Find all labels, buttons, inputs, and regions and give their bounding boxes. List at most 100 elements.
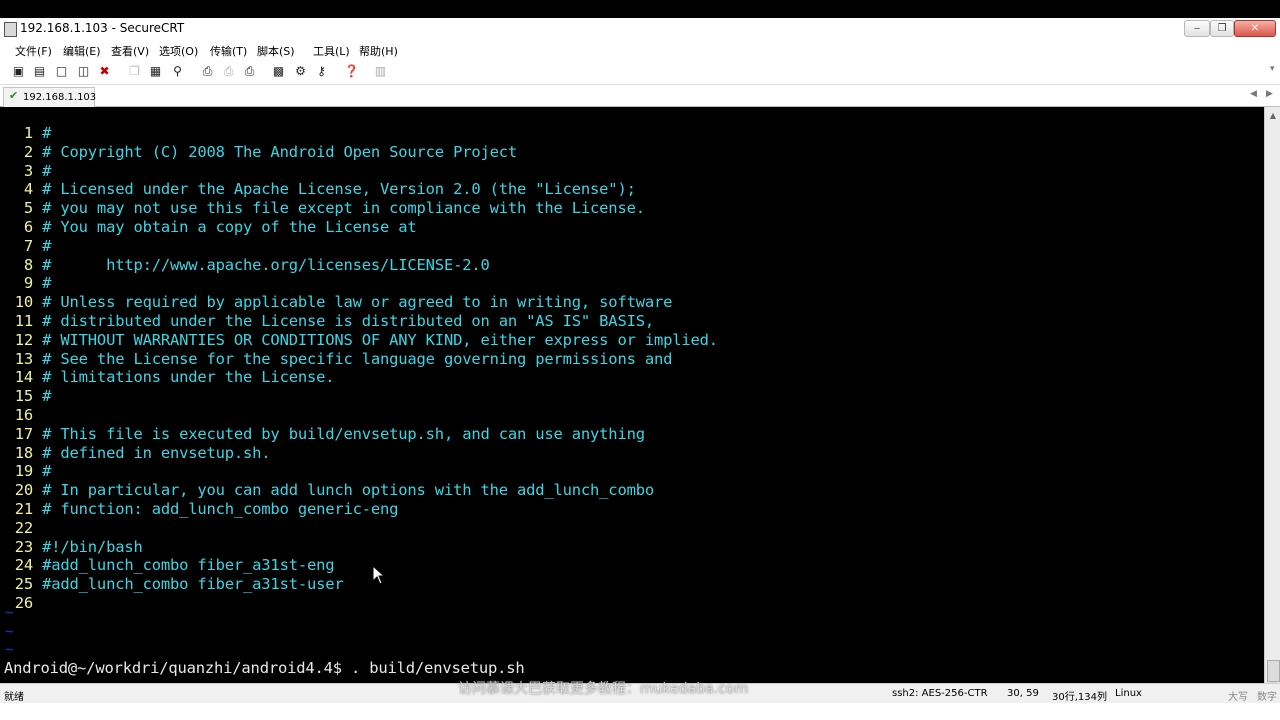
line-text: # you may not use this file except in co… [42, 199, 645, 218]
line-number: 20 [14, 481, 33, 500]
vim-line: 24 #add_lunch_combo fiber_a31st-eng [0, 556, 335, 575]
vim-line: 7 # [0, 236, 52, 256]
line-text: # [42, 236, 52, 255]
line-number: 5 [23, 199, 33, 218]
menu-file[interactable]: 文件(F) [15, 43, 52, 59]
close-button[interactable]: ✕ [1234, 20, 1276, 37]
connected-check-icon: ✔ [9, 89, 19, 102]
line-number: 6 [23, 218, 33, 236]
line-text: # [42, 274, 52, 293]
line-text: #!/bin/bash [42, 537, 143, 556]
line-text: #add_lunch_combo fiber_a31st-eng [42, 556, 335, 575]
shell-prompt: Android@~/workdri/quanzhi/android4.4$ . … [4, 659, 525, 677]
vim-line: 3 # [0, 161, 52, 181]
line-text: # You may obtain a copy of the License a… [42, 218, 417, 236]
tab-scroll-right-icon[interactable]: ▶ [1266, 89, 1273, 99]
line-text: # WITHOUT WARRANTIES OR CONDITIONS OF AN… [42, 330, 718, 349]
global-options-icon[interactable]: ⚙ [293, 64, 308, 79]
tab-scroll-left-icon[interactable]: ◀ [1250, 89, 1257, 99]
line-text: # [42, 161, 52, 180]
vim-line: 19 # [0, 462, 52, 481]
line-text: # http://www.apache.org/licenses/LICENSE… [42, 255, 490, 274]
line-number: 4 [23, 180, 33, 199]
disconnect-icon[interactable]: ✖ [97, 64, 112, 79]
keymap-icon[interactable]: ⚷ [314, 64, 329, 79]
print-icon[interactable]: ⎙ [200, 64, 215, 79]
scroll-thumb[interactable] [1267, 660, 1280, 682]
securecrt-window: 192.168.1.103 - SecureCRT ‒ ❐ ✕ 文件(F) 编辑… [0, 18, 1280, 720]
help-icon[interactable]: ❓ [344, 64, 359, 79]
tab-session[interactable]: ✔ 192.168.1.103 [3, 87, 97, 107]
print-setup-icon[interactable]: ⎙ [242, 64, 257, 79]
vim-line: 4 # Licensed under the Apache License, V… [0, 180, 636, 199]
scroll-up-icon[interactable]: ▲ [1267, 110, 1279, 122]
menu-script[interactable]: 脚本(S) [257, 43, 295, 59]
toolbar-overflow-icon[interactable]: ▾ [1270, 64, 1275, 74]
tab-label: 192.168.1.103 [23, 92, 97, 103]
window-title: 192.168.1.103 - SecureCRT [20, 21, 185, 35]
connect-icon[interactable]: ▣ [11, 64, 26, 79]
line-number: 23 [14, 537, 33, 556]
menu-tools[interactable]: 工具(L) [313, 43, 350, 59]
menu-transfer[interactable]: 传输(T) [210, 43, 247, 59]
line-number: 3 [23, 161, 33, 180]
print-selection-icon[interactable]: ⎙ [221, 64, 236, 79]
vim-line: 6 # You may obtain a copy of the License… [0, 218, 417, 237]
status-os: Linux [1115, 688, 1142, 699]
title-bar: 192.168.1.103 - SecureCRT ‒ ❐ ✕ [0, 18, 1280, 41]
vertical-scrollbar[interactable]: ▲ ▼ [1264, 107, 1280, 693]
vim-line: 13 # See the License for the specific la… [0, 349, 673, 369]
vim-line: 15 # [0, 387, 52, 406]
menu-options[interactable]: 选项(O) [159, 43, 198, 59]
line-number: 8 [23, 255, 33, 274]
line-number: 11 [14, 312, 33, 330]
menu-help[interactable]: 帮助(H) [359, 43, 398, 59]
line-text: # Licensed under the Apache License, Ver… [42, 180, 636, 199]
vim-line: 9 # [0, 274, 52, 293]
vim-line: 25 #add_lunch_combo fiber_a31st-user [0, 575, 344, 594]
line-number: 16 [14, 406, 33, 424]
connect-tab-icon[interactable]: □ [54, 64, 69, 79]
vim-line: 5 # you may not use this file except in … [0, 199, 645, 218]
line-number: 15 [14, 387, 33, 406]
vim-line: 22 [0, 519, 42, 538]
status-ready: 就绪 [4, 692, 24, 703]
vim-line: 14 # limitations under the License. [0, 368, 335, 387]
app-icon [4, 22, 17, 37]
line-number: 1 [23, 124, 33, 142]
reconnect-icon[interactable]: ◫ [76, 64, 91, 79]
session-options-icon[interactable]: ▩ [271, 64, 286, 79]
vim-line: 21 # function: add_lunch_combo generic-e… [0, 500, 399, 519]
watermark: 访问慕课大巴获取更多教程：mukedaba.com [458, 681, 749, 697]
line-text: # [42, 124, 52, 142]
find-icon[interactable]: ⚲ [170, 64, 185, 79]
vim-tilde: ~ [5, 642, 14, 658]
vim-line: 11 # distributed under the License is di… [0, 312, 654, 331]
line-number: 21 [14, 500, 33, 518]
maximize-button[interactable]: ❐ [1210, 20, 1234, 37]
menu-view[interactable]: 查看(V) [111, 43, 149, 59]
paste-icon[interactable]: ▦ [148, 64, 163, 79]
line-number: 13 [14, 349, 33, 368]
vim-line: 20 # In particular, you can add lunch op… [0, 481, 654, 500]
vim-line: 17 # This file is executed by build/envs… [0, 425, 645, 444]
line-text: # [42, 387, 52, 406]
menu-edit[interactable]: 编辑(E) [63, 43, 101, 59]
copy-icon[interactable]: ❐ [127, 64, 142, 79]
terminal-area[interactable]: 1 #2 # Copyright (C) 2008 The Android Op… [0, 107, 1264, 693]
toolbar: ▣ ▤ □ ◫ ✖ ❐ ▦ ⚲ ⎙ ⎙ ⎙ ▩ ⚙ ⚷ ❓ ▥ ▾ [0, 60, 1280, 85]
status-size: 30行,134列 [1052, 692, 1107, 703]
line-number: 19 [14, 462, 33, 481]
vim-line: 2 # Copyright (C) 2008 The Android Open … [0, 143, 517, 162]
status-num: 数字 [1257, 692, 1277, 703]
vim-line: 8 # http://www.apache.org/licenses/LICEN… [0, 256, 490, 275]
session-tab-bar: ✔ 192.168.1.103 ◀ ▶ [0, 85, 1280, 107]
status-caps: 大写 [1228, 692, 1248, 703]
minimize-button[interactable]: ‒ [1184, 20, 1210, 37]
quick-connect-icon[interactable]: ▤ [32, 64, 47, 79]
line-number: 18 [14, 443, 33, 462]
lock-icon[interactable]: ▥ [373, 64, 388, 79]
line-number: 14 [14, 368, 33, 387]
vim-tilde: ~ [5, 605, 14, 621]
line-text: # In particular, you can add lunch optio… [42, 481, 654, 500]
